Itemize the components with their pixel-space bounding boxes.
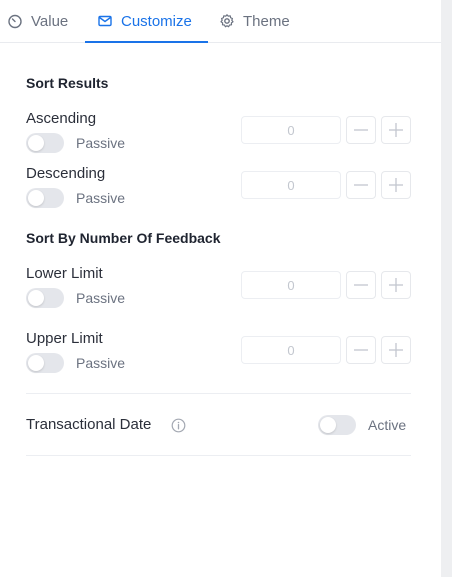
ascending-toggle-label: Passive	[76, 135, 126, 151]
upper-limit-value-input[interactable]	[241, 336, 341, 364]
toggle-knob	[28, 290, 44, 306]
minus-icon	[354, 349, 368, 351]
lower-limit-label: Lower Limit	[26, 265, 103, 282]
descending-label: Descending	[26, 165, 106, 182]
ascending-label: Ascending	[26, 110, 97, 127]
plus-icon	[389, 178, 403, 192]
sort-results-title: Sort Results	[26, 75, 109, 91]
gear-icon	[220, 14, 234, 28]
sort-by-feedback-title: Sort By Number Of Feedback	[26, 230, 221, 246]
ascending-increment-button[interactable]	[381, 116, 411, 144]
upper-limit-increment-button[interactable]	[381, 336, 411, 364]
timer-icon	[8, 14, 22, 29]
toggle-knob	[28, 190, 44, 206]
upper-limit-label: Upper Limit	[26, 330, 103, 347]
tab-customize-label: Customize	[121, 12, 192, 30]
tab-theme-label: Theme	[243, 12, 290, 30]
ascending-decrement-button[interactable]	[346, 116, 376, 144]
lower-limit-toggle[interactable]	[26, 288, 64, 308]
tab-customize[interactable]: Customize	[85, 0, 208, 43]
plus-icon	[389, 343, 403, 357]
descending-toggle[interactable]	[26, 188, 64, 208]
descending-decrement-button[interactable]	[346, 171, 376, 199]
transactional-date-toggle[interactable]	[318, 415, 356, 435]
lower-limit-increment-button[interactable]	[381, 271, 411, 299]
plus-icon	[389, 123, 403, 137]
lower-limit-value-input[interactable]	[241, 271, 341, 299]
descending-increment-button[interactable]	[381, 171, 411, 199]
descending-toggle-label: Passive	[76, 190, 126, 206]
ascending-toggle[interactable]	[26, 133, 64, 153]
descending-value-input[interactable]	[241, 171, 341, 199]
tab-value-label: Value	[31, 12, 69, 30]
lower-limit-toggle-label: Passive	[76, 290, 126, 306]
divider	[26, 393, 411, 394]
divider	[26, 455, 411, 456]
upper-limit-toggle-label: Passive	[76, 355, 126, 371]
plus-icon	[389, 278, 403, 292]
lower-limit-decrement-button[interactable]	[346, 271, 376, 299]
scrollbar[interactable]	[441, 0, 452, 577]
minus-icon	[354, 129, 368, 131]
transactional-date-label: Transactional Date	[26, 416, 152, 433]
tab-bar: Value Customize Theme	[0, 0, 441, 43]
mail-icon	[98, 15, 112, 27]
tab-theme[interactable]: Theme	[219, 0, 290, 42]
info-icon[interactable]	[171, 418, 186, 433]
tab-value[interactable]: Value	[7, 0, 68, 42]
ascending-value-input[interactable]	[241, 116, 341, 144]
upper-limit-decrement-button[interactable]	[346, 336, 376, 364]
toggle-knob	[320, 417, 336, 433]
transactional-date-toggle-label: Active	[368, 417, 407, 433]
minus-icon	[354, 184, 368, 186]
minus-icon	[354, 284, 368, 286]
toggle-knob	[28, 135, 44, 151]
toggle-knob	[28, 355, 44, 371]
upper-limit-toggle[interactable]	[26, 353, 64, 373]
